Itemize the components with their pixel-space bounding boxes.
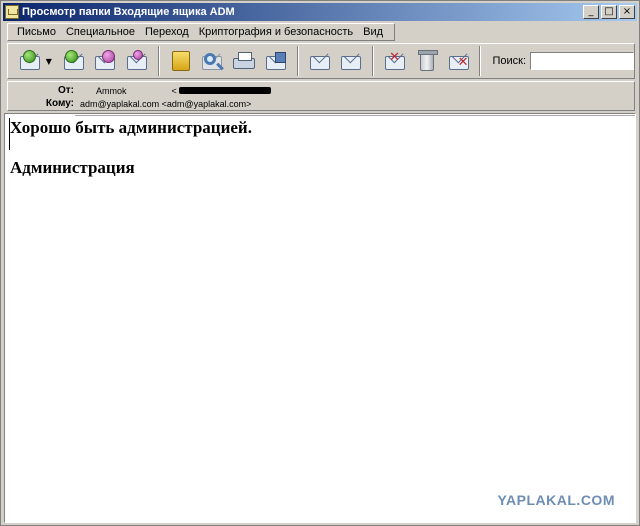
print-button[interactable]	[228, 46, 260, 76]
message-body[interactable]: Хорошо быть администрацией. Администраци…	[4, 113, 636, 523]
title-bar[interactable]: Просмотр папки Входящие ящика ADM _ □ ×	[3, 3, 637, 21]
delete-message-button[interactable]: ✕	[379, 46, 411, 76]
menu-letter[interactable]: Письмо	[12, 26, 61, 38]
search-box: Поиск:	[492, 52, 635, 70]
from-address-bracket: <	[171, 85, 177, 96]
to-row: Кому: adm@yaplakal.com <adm@yaplakal.com…	[8, 97, 251, 110]
redacted-address	[178, 87, 271, 94]
previous-button[interactable]	[304, 46, 336, 76]
mail-window: Просмотр папки Входящие ящика ADM _ □ × …	[0, 0, 640, 526]
new-message-button[interactable]	[121, 46, 153, 76]
menu-view[interactable]: Вид	[358, 26, 388, 38]
next-icon	[339, 50, 363, 72]
close-button[interactable]: ×	[619, 5, 635, 19]
previous-icon	[308, 50, 332, 72]
junk-icon: ✕	[447, 50, 471, 72]
delete-message-icon: ✕	[383, 50, 407, 72]
message-line-1: Хорошо быть администрацией.	[10, 118, 252, 137]
address-book-button[interactable]	[165, 46, 197, 76]
window-title: Просмотр папки Входящие ящика ADM	[22, 6, 235, 18]
message-headers: От: Ammok < Кому: adm@yaplakal.com <adm@…	[7, 81, 635, 111]
window-controls: _ □ ×	[583, 5, 635, 19]
toolbar: ▼ ✕ ✕ Поиск:	[7, 43, 635, 79]
find-button[interactable]	[197, 46, 229, 76]
get-mail-dropdown[interactable]: ▼	[46, 57, 56, 66]
forward-button[interactable]	[89, 46, 121, 76]
reply-all-icon	[62, 50, 86, 72]
search-input[interactable]	[530, 52, 635, 70]
menu-special[interactable]: Специальное	[61, 26, 140, 38]
trash-icon	[415, 50, 439, 72]
new-message-icon	[125, 50, 149, 72]
message-signature: Администрация	[10, 158, 135, 177]
find-icon	[200, 50, 224, 72]
mail-app-icon	[5, 5, 19, 19]
toolbar-separator	[157, 46, 160, 76]
address-book-icon	[169, 50, 193, 72]
menu-crypto[interactable]: Криптография и безопасность	[194, 26, 358, 38]
menu-go[interactable]: Переход	[140, 26, 194, 38]
maximize-button[interactable]: □	[601, 5, 617, 19]
toolbar-separator	[296, 46, 299, 76]
from-value[interactable]: Ammok	[96, 86, 127, 96]
minimize-button[interactable]: _	[583, 5, 599, 19]
reply-all-button[interactable]	[58, 46, 90, 76]
forward-icon	[93, 50, 117, 72]
menu-bar: Письмо Специальное Переход Криптография …	[7, 23, 396, 41]
search-label: Поиск:	[492, 55, 527, 67]
from-row: От: Ammok <	[8, 84, 271, 97]
save-button[interactable]	[260, 46, 292, 76]
watermark: YAPLAKAL.COM	[497, 492, 615, 508]
get-mail-icon	[18, 50, 42, 72]
print-icon	[232, 50, 256, 72]
junk-button[interactable]: ✕	[443, 46, 475, 76]
trash-button[interactable]	[411, 46, 443, 76]
save-icon	[264, 50, 288, 72]
to-label: Кому:	[45, 98, 74, 109]
toolbar-separator	[372, 46, 375, 76]
from-label: От:	[57, 85, 74, 96]
next-button[interactable]	[336, 46, 368, 76]
toolbar-separator	[479, 46, 482, 76]
to-value[interactable]: adm@yaplakal.com <adm@yaplakal.com>	[80, 99, 251, 109]
get-mail-button[interactable]	[14, 46, 46, 76]
